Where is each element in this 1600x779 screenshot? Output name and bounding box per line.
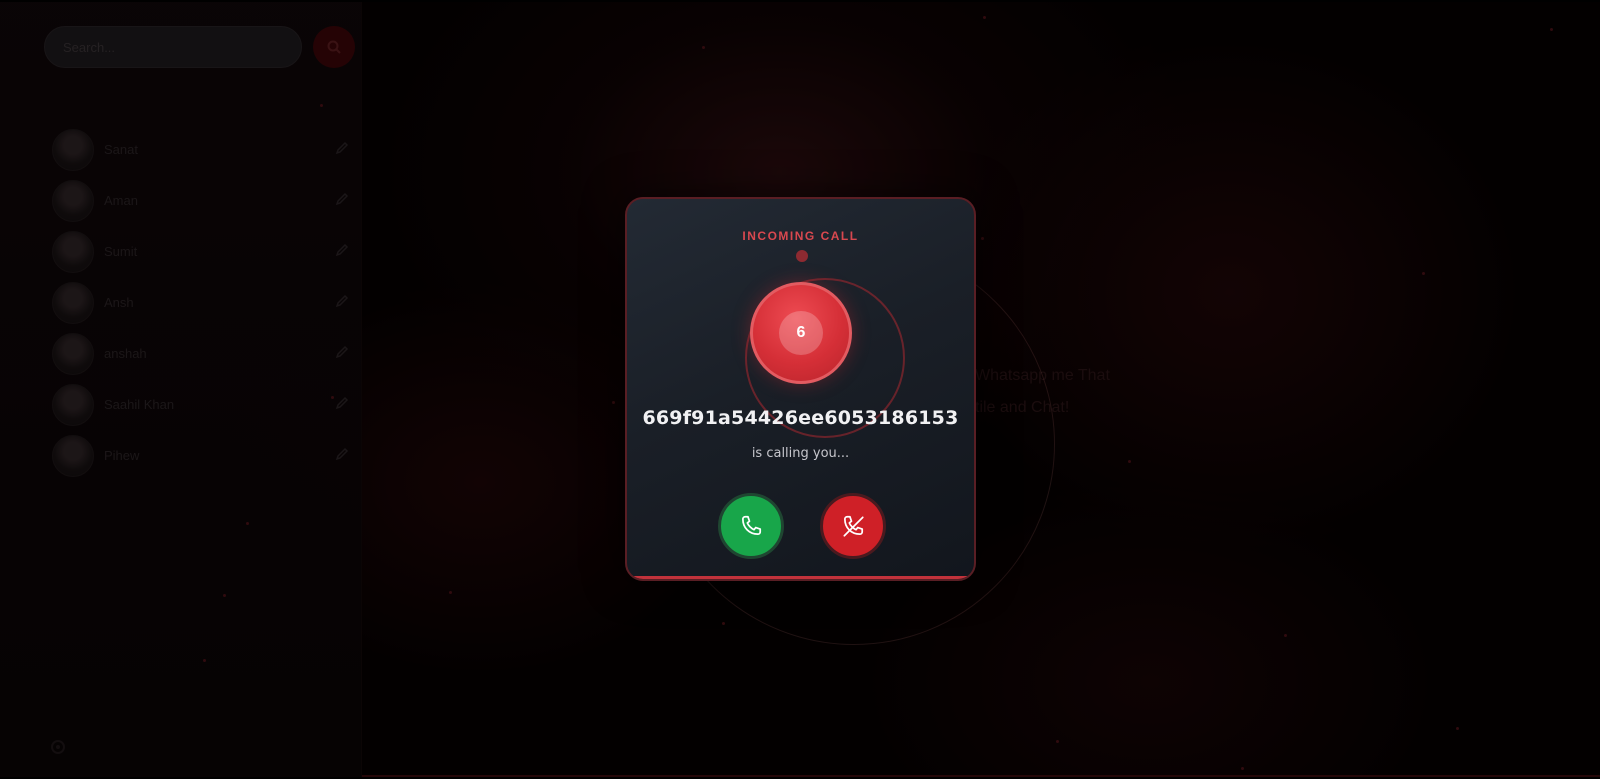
caller-avatar: 6	[750, 282, 852, 384]
phone-off-icon	[843, 515, 864, 537]
dialog-accent-bar	[627, 576, 974, 579]
accept-call-button[interactable]	[718, 493, 784, 559]
caller-initial: 6	[779, 311, 823, 355]
orbit-dot	[796, 250, 808, 262]
incoming-call-dialog: INCOMING CALL 6 669f91a54426ee6053186153…	[625, 197, 976, 581]
caller-id: 669f91a54426ee6053186153	[642, 407, 959, 429]
phone-icon	[742, 515, 762, 535]
dialog-title: INCOMING CALL	[742, 229, 859, 243]
decline-call-button[interactable]	[820, 493, 886, 559]
call-status: is calling you...	[751, 446, 850, 461]
